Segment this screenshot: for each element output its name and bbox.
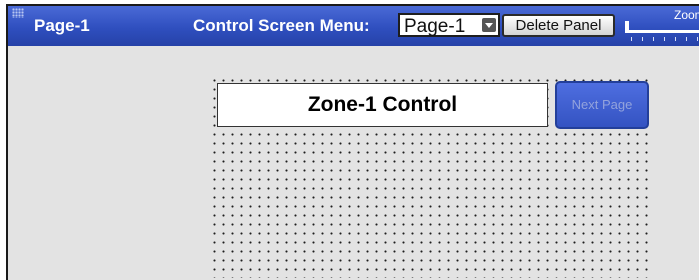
chevron-down-icon[interactable] [482,18,496,32]
page-select-value: Page-1 [404,16,466,37]
zoom-slider-ticks [631,37,699,41]
zone-control-label-panel[interactable]: Zone-1 Control [217,83,548,127]
drag-grip-icon[interactable] [12,8,24,18]
zoom-slider[interactable] [625,20,699,42]
delete-panel-button[interactable]: Delete Panel [502,14,615,37]
page-select-dropdown[interactable]: Page-1 [398,13,500,37]
zoom-slider-thumb[interactable] [625,21,629,33]
page-title: Page-1 [34,16,90,35]
zoom-slider-track[interactable] [627,30,699,33]
next-page-button[interactable]: Next Page [555,81,649,129]
page-toolbar: Page-1 Control Screen Menu: Page-1 Delet… [8,6,699,46]
control-screen-menu-label: Control Screen Menu: [193,16,370,35]
